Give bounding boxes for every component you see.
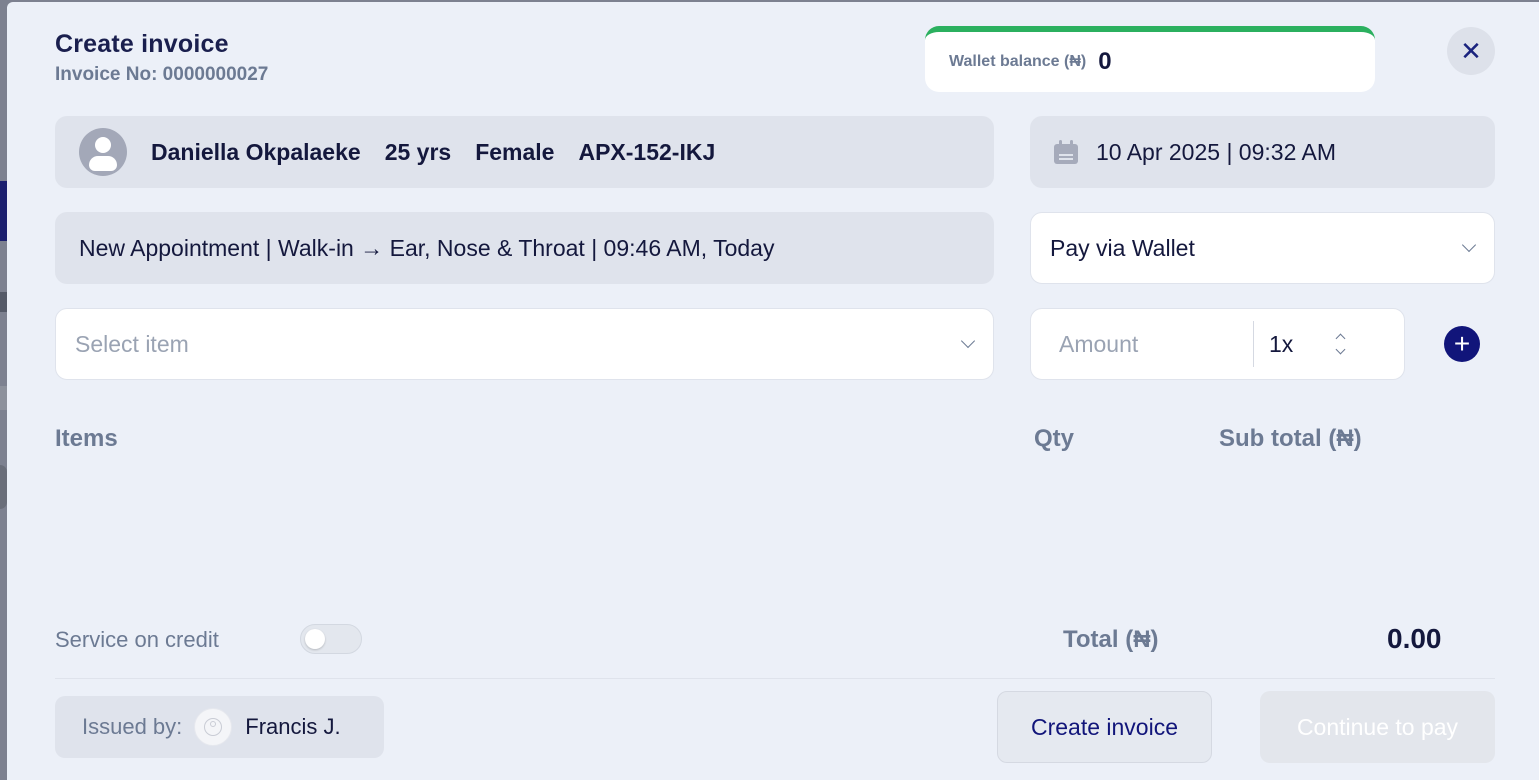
user-avatar-icon xyxy=(194,708,233,746)
chevron-down-icon xyxy=(960,333,976,349)
chevron-up-icon[interactable] xyxy=(1335,333,1346,344)
invoice-date-field: 10 Apr 2025 | 09:32 AM xyxy=(1030,116,1495,188)
calendar-icon xyxy=(1054,140,1078,164)
modal-title: Create invoice xyxy=(55,30,229,58)
subtotal-column-header: Sub total (₦) xyxy=(1219,425,1362,452)
service-on-credit-label: Service on credit xyxy=(55,627,219,652)
total-label: Total (₦) xyxy=(1063,626,1159,653)
amount-quantity-group: 1x xyxy=(1030,308,1405,380)
close-icon: ✕ xyxy=(1460,35,1482,66)
backdrop-fragment xyxy=(0,386,7,410)
patient-gender: Female xyxy=(475,138,555,165)
invoice-date: 10 Apr 2025 | 09:32 AM xyxy=(1096,138,1336,165)
create-invoice-modal: Create invoice Invoice No: 0000000027 Wa… xyxy=(7,2,1539,780)
qty-column-header: Qty xyxy=(1034,425,1075,452)
chevron-down-icon[interactable] xyxy=(1335,344,1346,355)
create-invoice-button[interactable]: Create invoice xyxy=(997,691,1212,763)
backdrop-fragment xyxy=(0,292,7,312)
issued-by-label: Issued by: xyxy=(82,714,183,739)
wallet-balance-value: 0 xyxy=(1098,48,1112,75)
backdrop-fragment xyxy=(0,465,7,509)
chevron-down-icon xyxy=(1461,237,1477,253)
toggle-knob xyxy=(305,629,325,649)
continue-to-pay-button[interactable]: Continue to pay xyxy=(1260,691,1495,763)
invoice-number: Invoice No: 0000000027 xyxy=(55,64,269,85)
appointment-info: New Appointment | Walk-in → Ear, Nose & … xyxy=(55,212,994,284)
patient-info-bar: Daniella Okpalaeke 25 yrs Female APX-152… xyxy=(55,116,994,188)
backdrop-fragment xyxy=(0,181,7,241)
patient-name: Daniella Okpalaeke xyxy=(151,138,361,165)
quantity-stepper[interactable] xyxy=(1335,333,1346,355)
patient-age: 25 yrs xyxy=(384,138,452,165)
payment-method-value: Pay via Wallet xyxy=(1050,234,1195,261)
total-value: 0.00 xyxy=(1387,623,1442,654)
issuer-name: Francis J. xyxy=(245,714,341,739)
plus-icon: + xyxy=(1453,328,1471,359)
payment-method-select[interactable]: Pay via Wallet xyxy=(1030,212,1495,284)
items-column-header: Items xyxy=(55,425,118,452)
amount-input[interactable] xyxy=(1031,309,1253,379)
patient-id: APX-152-IKJ xyxy=(578,138,716,165)
footer-divider xyxy=(55,678,1495,679)
issued-by-badge: Issued by: Francis J. xyxy=(55,696,384,758)
wallet-balance-label: Wallet balance (₦) xyxy=(949,53,1087,70)
patient-avatar-icon xyxy=(79,128,127,176)
add-item-button[interactable]: + xyxy=(1444,326,1480,362)
item-select-placeholder: Select item xyxy=(75,330,189,357)
service-on-credit-toggle[interactable] xyxy=(300,624,362,654)
wallet-balance-card: Wallet balance (₦) 0 xyxy=(925,26,1375,92)
divider xyxy=(1253,321,1254,367)
close-button[interactable]: ✕ xyxy=(1447,27,1495,75)
item-select[interactable]: Select item xyxy=(55,308,994,380)
quantity-value[interactable]: 1x xyxy=(1269,331,1329,358)
